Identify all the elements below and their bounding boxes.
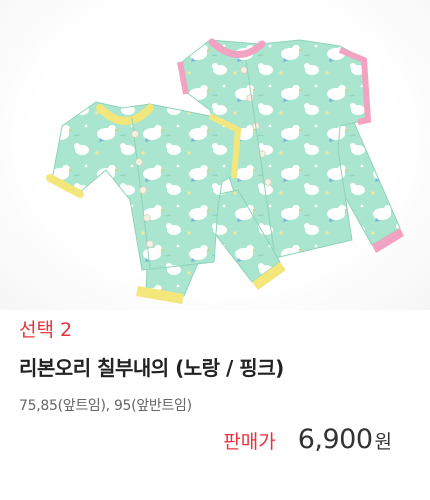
product-name[interactable]: 리본오리 칠부내의 (노랑 / 핑크) bbox=[19, 355, 284, 381]
option-label: 선택 2 bbox=[19, 319, 73, 341]
product-card[interactable]: 선택 2 리본오리 칠부내의 (노랑 / 핑크) 75,85(앞트임), 95(… bbox=[0, 0, 430, 500]
price-row: 판매가 6,900 원 bbox=[223, 424, 392, 460]
price-unit: 원 bbox=[374, 431, 392, 453]
product-sizes: 75,85(앞트임), 95(앞반트임) bbox=[19, 398, 192, 414]
price-label: 판매가 bbox=[223, 431, 276, 453]
price-value: 6,900 bbox=[297, 424, 373, 455]
product-image[interactable] bbox=[0, 0, 430, 310]
